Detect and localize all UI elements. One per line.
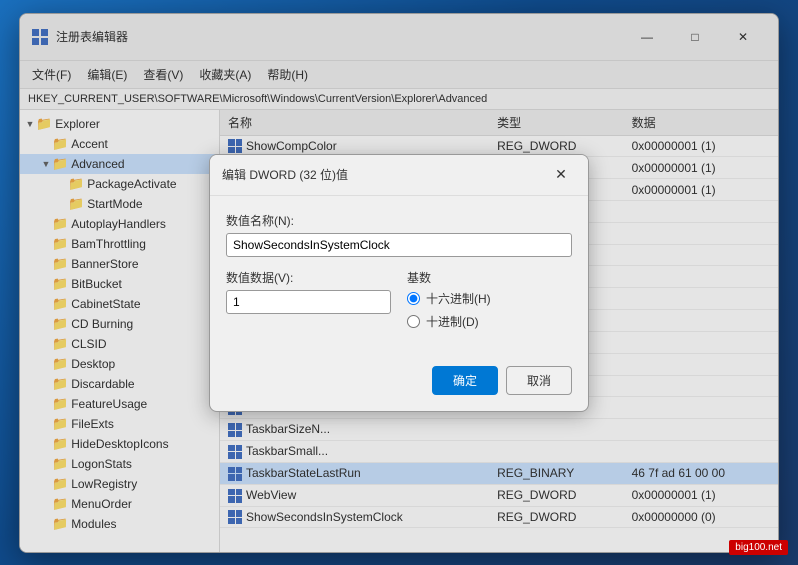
modal-body: 数值名称(N): 数值数据(V): 基数 十六进制(H) [210, 196, 588, 358]
data-col: 数值数据(V): [226, 269, 391, 330]
data-label: 数值数据(V): [226, 269, 391, 286]
dec-radio[interactable] [407, 315, 420, 328]
dec-label: 十进制(D) [426, 313, 479, 330]
ok-button[interactable]: 确定 [432, 366, 498, 395]
base-label: 基数 [407, 269, 572, 286]
data-row: 数值数据(V): 基数 十六进制(H) 十进制(D) [226, 269, 572, 330]
cancel-button[interactable]: 取消 [506, 366, 572, 395]
edit-dword-dialog: 编辑 DWORD (32 位)值 ✕ 数值名称(N): 数值数据(V): 基数 [209, 154, 589, 412]
main-window: 注册表编辑器 — □ ✕ 文件(F) 编辑(E) 查看(V) 收藏夹(A) 帮助… [19, 13, 779, 553]
hex-label: 十六进制(H) [426, 290, 491, 307]
dec-radio-label[interactable]: 十进制(D) [407, 313, 572, 330]
watermark: big100.net [729, 540, 788, 555]
modal-close-button[interactable]: ✕ [546, 163, 576, 187]
name-label: 数值名称(N): [226, 212, 572, 229]
modal-overlay: 编辑 DWORD (32 位)值 ✕ 数值名称(N): 数值数据(V): 基数 [20, 14, 778, 552]
hex-radio-label[interactable]: 十六进制(H) [407, 290, 572, 307]
base-col: 基数 十六进制(H) 十进制(D) [407, 269, 572, 330]
name-input[interactable] [226, 233, 572, 257]
radio-group: 十六进制(H) 十进制(D) [407, 290, 572, 330]
modal-footer: 确定 取消 [210, 358, 588, 411]
name-field-group: 数值名称(N): [226, 212, 572, 257]
modal-title-bar: 编辑 DWORD (32 位)值 ✕ [210, 155, 588, 196]
data-input[interactable] [226, 290, 391, 314]
hex-radio[interactable] [407, 292, 420, 305]
modal-title: 编辑 DWORD (32 位)值 [222, 166, 546, 183]
